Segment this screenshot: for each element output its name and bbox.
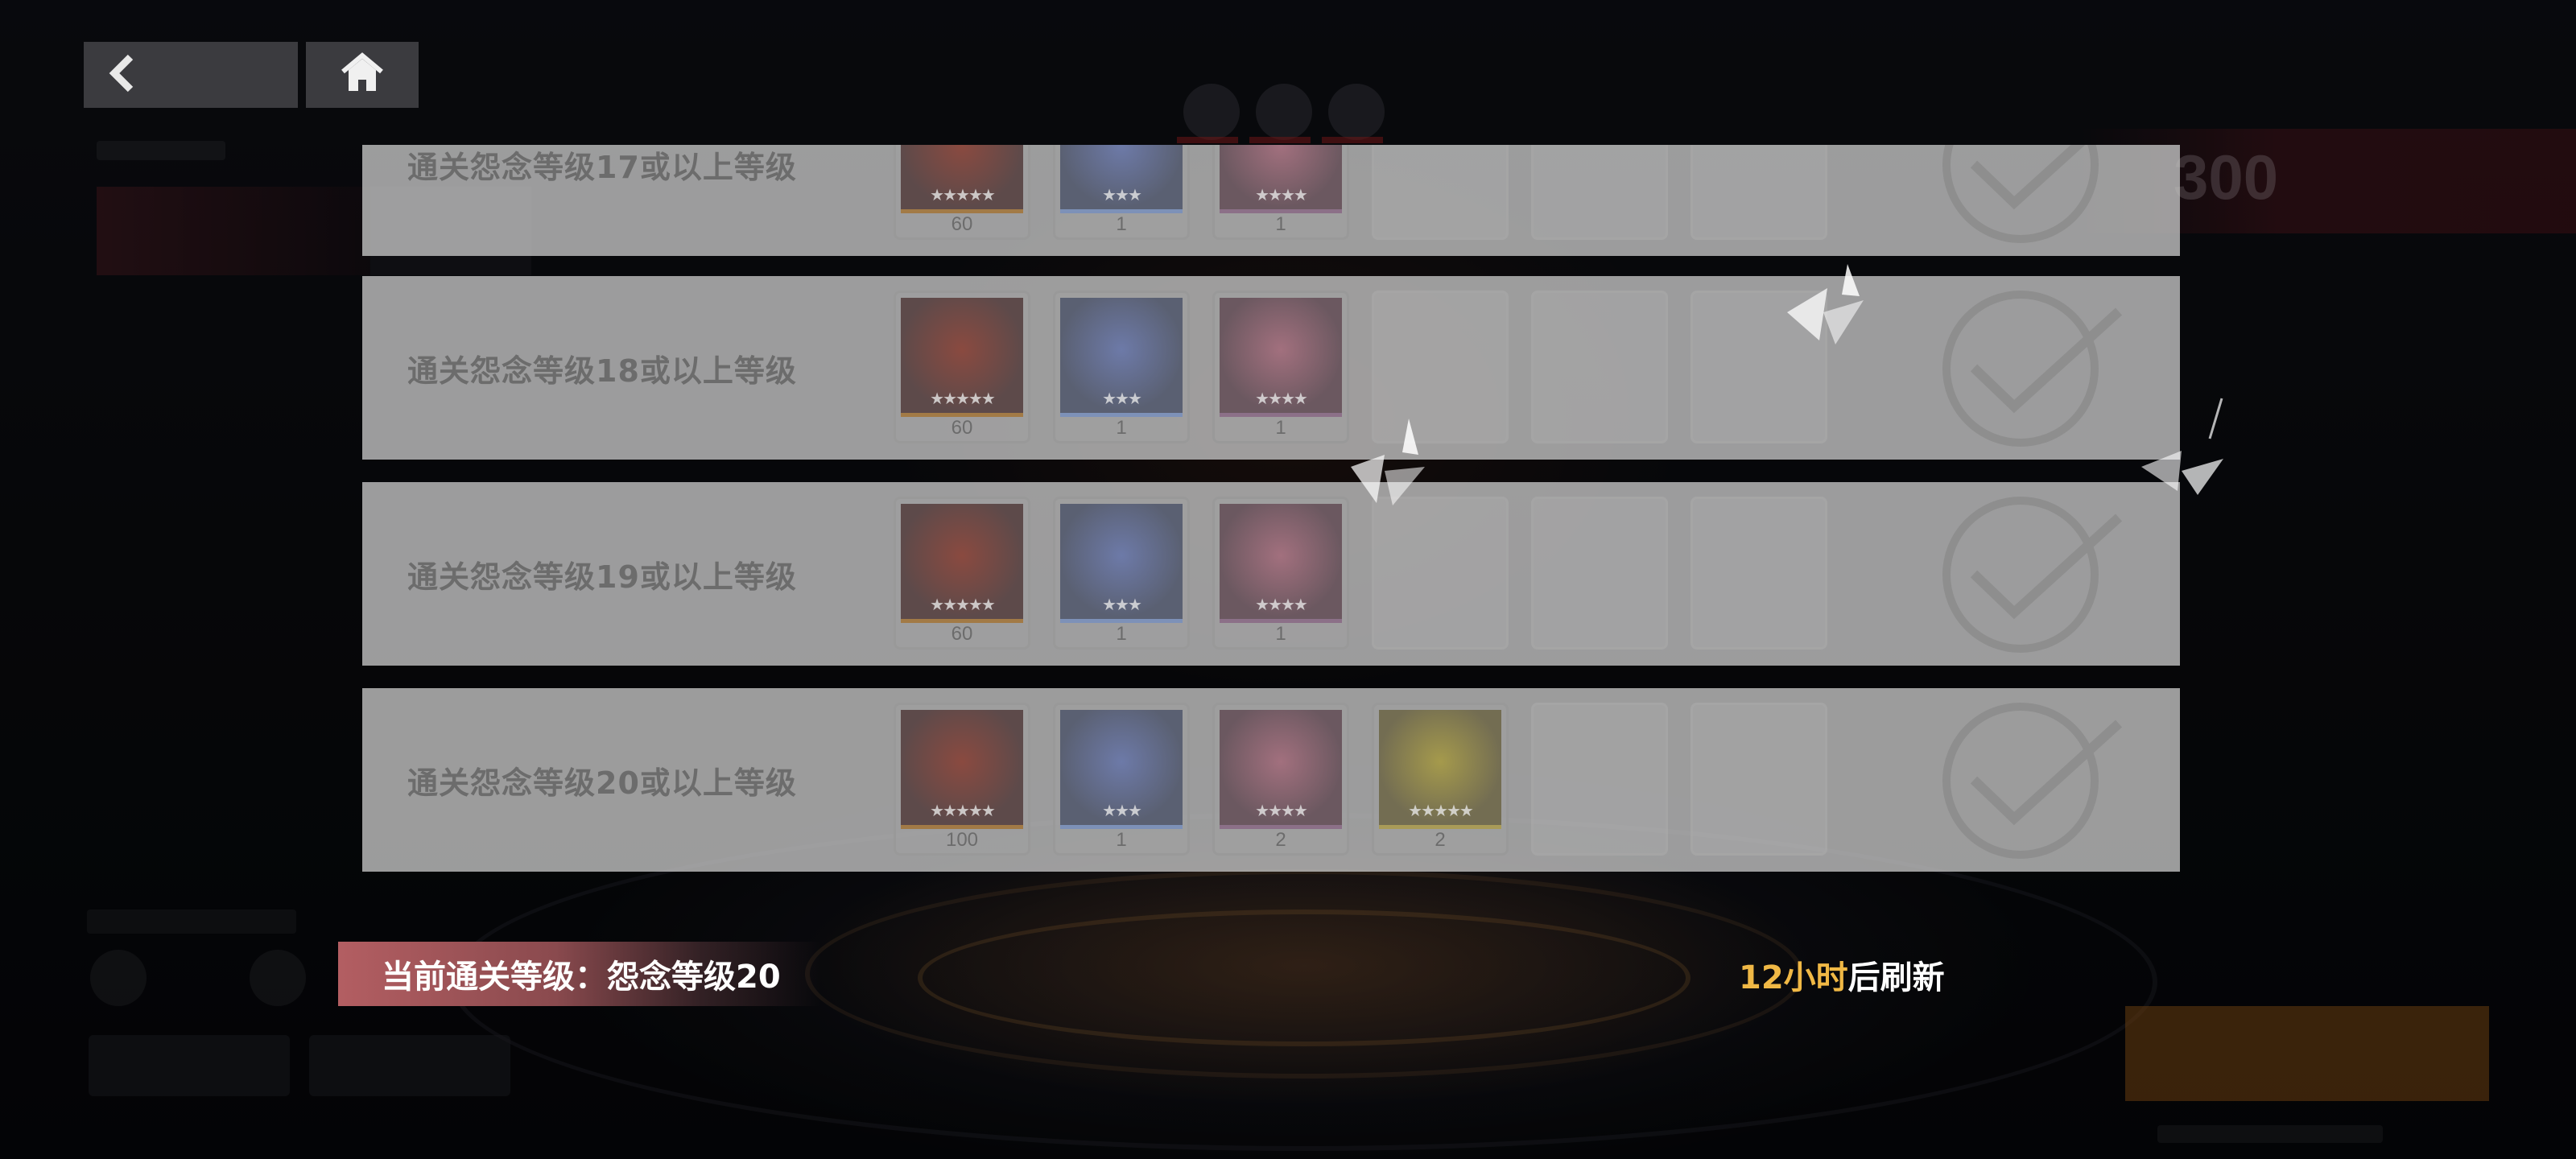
reward-item-art: ★★★★ [1220, 710, 1342, 829]
reward-item-art: ★★★ [1060, 298, 1183, 417]
reward-items: ★★★★★ 60 ★★★ 1 ★★★★ 1 [894, 145, 1827, 240]
sparkle-icon [1787, 264, 1864, 344]
reward-item[interactable]: ★★★★★ 60 [894, 291, 1030, 443]
item-count: 60 [951, 623, 973, 645]
reward-list[interactable]: 通关怨念等级17或以上等级 ★★★★★ 60 ★★★ 1 ★★★★ 1 通关怨念… [362, 145, 2182, 885]
empty-item-slot [1531, 145, 1668, 240]
empty-item-slot [1690, 145, 1827, 240]
item-stars: ★★★ [1102, 801, 1142, 820]
empty-item-slot [1531, 703, 1668, 856]
item-count: 60 [951, 417, 973, 439]
item-count: 1 [1116, 829, 1127, 851]
item-stars: ★★★★ [1255, 185, 1308, 204]
back-button[interactable] [84, 42, 298, 108]
reward-row: 通关怨念等级19或以上等级 ★★★★★ 60 ★★★ 1 ★★★★ 1 [362, 482, 2180, 666]
item-count: 1 [1116, 417, 1127, 439]
item-count: 60 [951, 213, 973, 235]
reward-item[interactable]: ★★★ 1 [1053, 497, 1190, 650]
reward-items: ★★★★★ 100 ★★★ 1 ★★★★ 2 ★★★★★ 2 [894, 703, 1827, 856]
item-count: 2 [1435, 829, 1446, 851]
item-stars: ★★★★★ [930, 595, 996, 614]
reward-item-art: ★★★★★ [901, 145, 1023, 213]
item-stars: ★★★ [1102, 595, 1142, 614]
reward-items: ★★★★★ 60 ★★★ 1 ★★★★ 1 [894, 497, 1827, 650]
refresh-timer: 12小时后刷新 [1739, 951, 1945, 998]
item-stars: ★★★★★ [930, 801, 996, 820]
item-count: 1 [1116, 213, 1127, 235]
home-button[interactable] [306, 42, 419, 108]
item-stars: ★★★★ [1255, 801, 1308, 820]
empty-item-slot [1531, 497, 1668, 650]
claimed-check-icon [1942, 291, 2123, 447]
reward-item-art: ★★★★★ [901, 504, 1023, 623]
item-count: 1 [1275, 623, 1286, 645]
reward-item-art: ★★★ [1060, 710, 1183, 829]
reward-item-art: ★★★★ [1220, 298, 1342, 417]
chevron-left-icon [106, 54, 138, 96]
reward-condition-label: 通关怨念等级17或以上等级 [407, 149, 797, 185]
item-stars: ★★★★★ [930, 389, 996, 408]
claimed-check-icon [1942, 145, 2099, 243]
empty-item-slot [1372, 145, 1509, 240]
item-stars: ★★★★★ [930, 185, 996, 204]
reward-row: 通关怨念等级18或以上等级 ★★★★★ 60 ★★★ 1 ★★★★ 1 [362, 276, 2180, 460]
item-stars: ★★★ [1102, 389, 1142, 408]
item-stars: ★★★★★ [1408, 801, 1474, 820]
reward-item[interactable]: ★★★★ 1 [1212, 497, 1349, 650]
reward-item-art: ★★★★ [1220, 145, 1342, 213]
reward-item-art: ★★★★★ [901, 298, 1023, 417]
sparkle-icon [2141, 398, 2223, 495]
sparkle-icon [1351, 419, 1425, 505]
current-level-text: 当前通关等级：怨念等级20 [382, 959, 781, 996]
reward-item[interactable]: ★★★★★ 2 [1372, 703, 1509, 856]
reward-item-art: ★★★ [1060, 504, 1183, 623]
empty-item-slot [1690, 703, 1827, 856]
reward-condition-label: 通关怨念等级18或以上等级 [407, 353, 797, 389]
reward-condition-label: 通关怨念等级19或以上等级 [407, 559, 797, 595]
reward-condition-label: 通关怨念等级20或以上等级 [407, 765, 797, 801]
reward-item-art: ★★★★★ [1379, 710, 1501, 829]
current-level-banner: 当前通关等级：怨念等级20 [338, 942, 821, 1006]
empty-item-slot [1531, 291, 1668, 443]
empty-item-slot [1372, 497, 1509, 650]
item-count: 100 [945, 829, 979, 851]
reward-item[interactable]: ★★★ 1 [1053, 703, 1190, 856]
item-stars: ★★★★ [1255, 389, 1308, 408]
item-stars: ★★★ [1102, 185, 1142, 204]
reward-item[interactable]: ★★★★★ 100 [894, 703, 1030, 856]
refresh-hours: 12小时 [1739, 959, 1848, 996]
reward-item-art: ★★★★ [1220, 504, 1342, 623]
item-count: 1 [1275, 417, 1286, 439]
reward-row: 通关怨念等级17或以上等级 ★★★★★ 60 ★★★ 1 ★★★★ 1 [362, 145, 2180, 256]
reward-item[interactable]: ★★★★ 2 [1212, 703, 1349, 856]
reward-item[interactable]: ★★★★★ 60 [894, 497, 1030, 650]
empty-item-slot [1690, 497, 1827, 650]
reward-item-art: ★★★ [1060, 145, 1183, 213]
reward-item[interactable]: ★★★★★ 60 [894, 145, 1030, 240]
item-stars: ★★★★ [1255, 595, 1308, 614]
reward-item[interactable]: ★★★ 1 [1053, 145, 1190, 240]
item-count: 1 [1116, 623, 1127, 645]
reward-item-art: ★★★★★ [901, 710, 1023, 829]
claimed-check-icon [1942, 497, 2123, 653]
refresh-suffix: 后刷新 [1847, 959, 1945, 996]
claimed-check-icon [1942, 703, 2123, 859]
item-count: 1 [1275, 213, 1286, 235]
item-count: 2 [1275, 829, 1286, 851]
reward-item[interactable]: ★★★★ 1 [1212, 291, 1349, 443]
reward-item[interactable]: ★★★ 1 [1053, 291, 1190, 443]
reward-item[interactable]: ★★★★ 1 [1212, 145, 1349, 240]
home-icon [340, 52, 385, 97]
reward-row: 通关怨念等级20或以上等级 ★★★★★ 100 ★★★ 1 ★★★★ 2 ★★★… [362, 688, 2180, 872]
